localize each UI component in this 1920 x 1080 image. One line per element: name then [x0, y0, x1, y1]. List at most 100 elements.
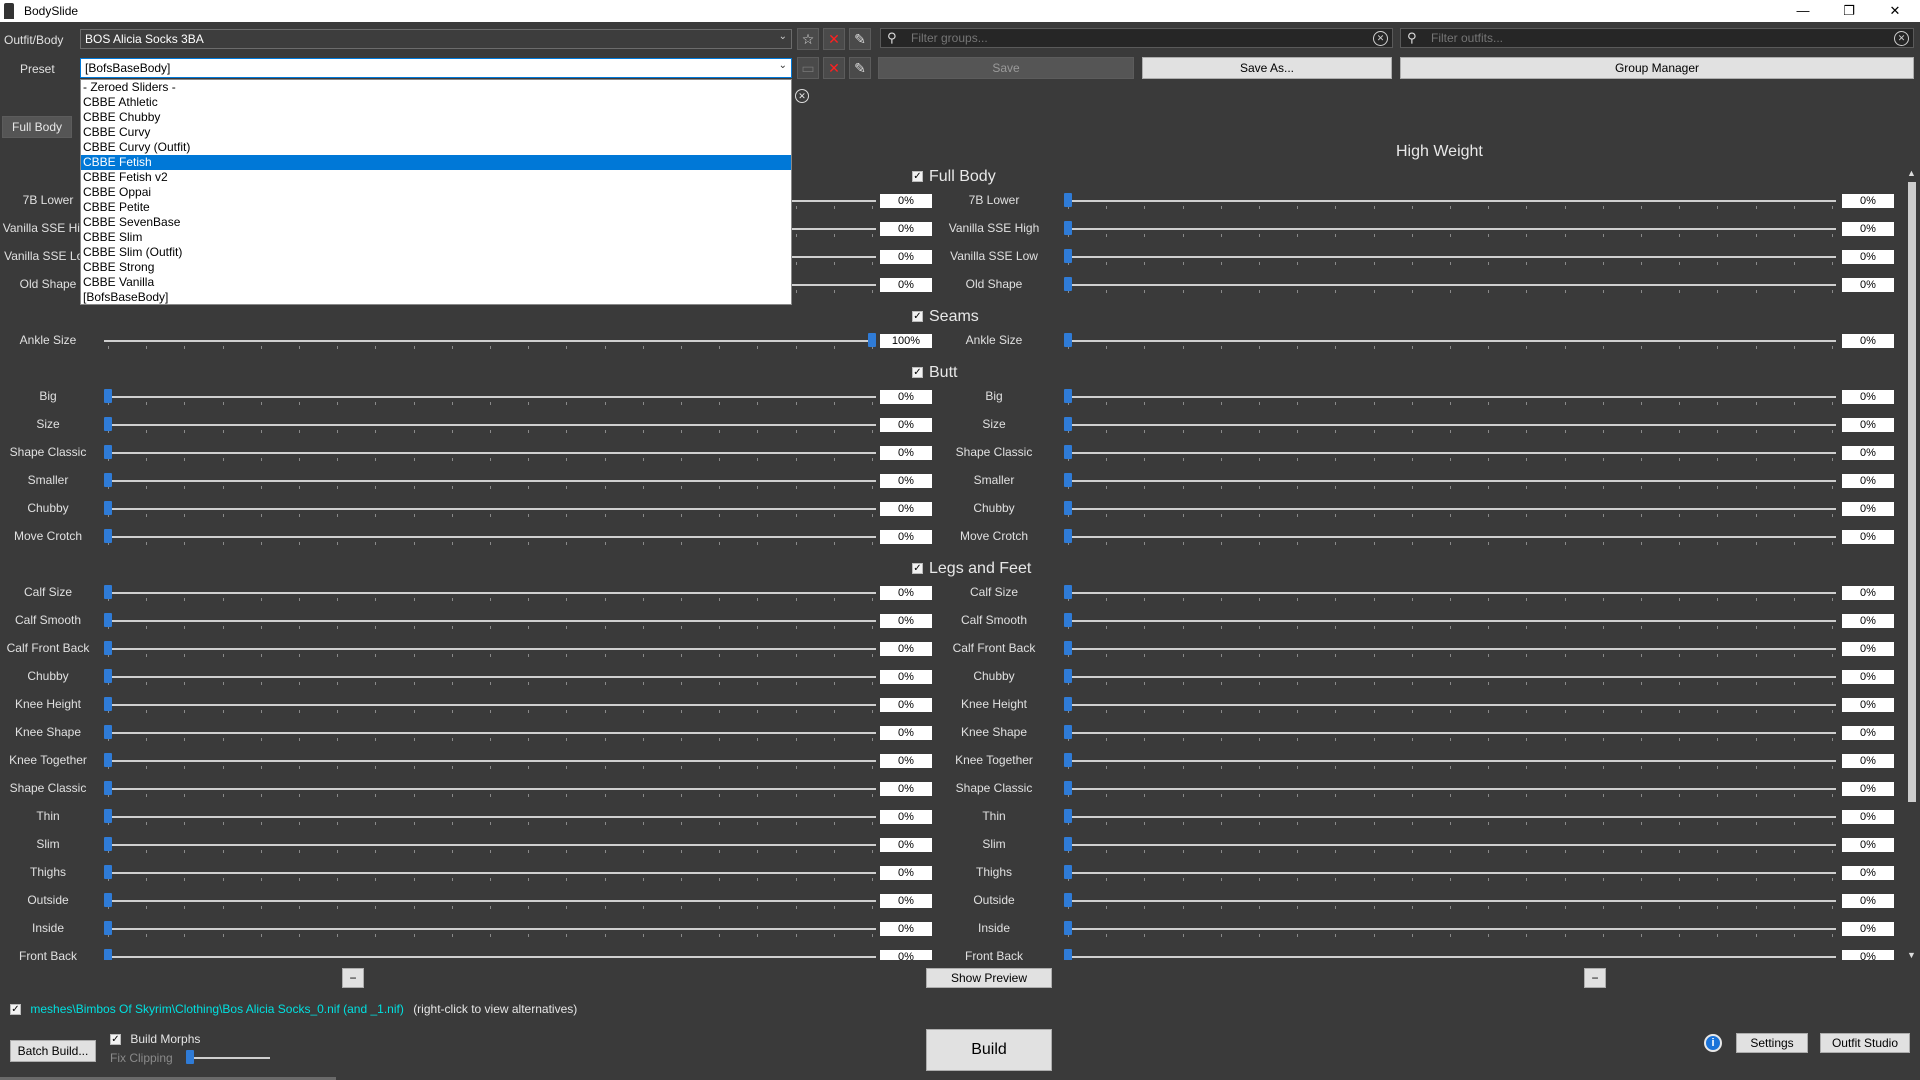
slider-value[interactable]: 0% [880, 670, 932, 684]
slider-thumb[interactable] [1064, 837, 1072, 851]
slider-track[interactable] [1064, 592, 1836, 594]
slider-track[interactable] [104, 872, 876, 874]
section-header[interactable]: ✓ Butt [912, 364, 957, 382]
section-checkbox[interactable]: ✓ [912, 311, 923, 323]
scrollbar-thumb[interactable] [1908, 182, 1916, 802]
preset-option[interactable]: CBBE Curvy (Outfit) [81, 140, 791, 155]
slider-value[interactable]: 0% [1842, 390, 1894, 404]
slider-track[interactable] [1064, 676, 1836, 678]
slider-thumb[interactable] [104, 389, 112, 403]
slider-thumb[interactable] [104, 865, 112, 879]
slider-value[interactable]: 0% [880, 642, 932, 656]
slider-thumb[interactable] [1064, 277, 1072, 291]
slider-track[interactable] [104, 900, 876, 902]
slider-thumb[interactable] [104, 809, 112, 823]
slider-thumb[interactable] [104, 529, 112, 543]
slider-value[interactable]: 0% [1842, 502, 1894, 516]
slider-thumb[interactable] [1064, 193, 1072, 207]
slider-thumb[interactable] [1064, 949, 1072, 960]
slider-thumb[interactable] [104, 669, 112, 683]
section-checkbox[interactable]: ✓ [912, 171, 923, 183]
slider-track[interactable] [104, 816, 876, 818]
slider-track[interactable] [104, 676, 876, 678]
slider-thumb[interactable] [104, 725, 112, 739]
slider-thumb[interactable] [1064, 697, 1072, 711]
slider-thumb[interactable] [1064, 641, 1072, 655]
slider-thumb[interactable] [104, 893, 112, 907]
slider-value[interactable]: 0% [1842, 950, 1894, 960]
slider-track[interactable] [1064, 788, 1836, 790]
slider-thumb[interactable] [1064, 865, 1072, 879]
slider-thumb[interactable] [104, 585, 112, 599]
slider-value[interactable]: 0% [880, 446, 932, 460]
slider-value[interactable]: 0% [1842, 334, 1894, 348]
slider-thumb[interactable] [868, 333, 876, 347]
zoom-out-right-button[interactable]: − [1584, 968, 1606, 988]
slider-track[interactable] [1064, 816, 1836, 818]
slider-thumb[interactable] [104, 613, 112, 627]
slider-thumb[interactable] [104, 501, 112, 515]
slider-value[interactable]: 0% [1842, 278, 1894, 292]
slider-track[interactable] [1064, 228, 1836, 230]
slider-value[interactable]: 0% [880, 726, 932, 740]
slider-track[interactable] [104, 452, 876, 454]
fix-clipping-track[interactable] [186, 1057, 270, 1059]
slider-thumb[interactable] [104, 949, 112, 960]
slider-thumb[interactable] [1064, 333, 1072, 347]
slider-track[interactable] [1064, 200, 1836, 202]
slider-value[interactable]: 0% [1842, 418, 1894, 432]
slider-track[interactable] [1064, 256, 1836, 258]
slider-thumb[interactable] [1064, 501, 1072, 515]
slider-track[interactable] [1064, 452, 1836, 454]
section-header[interactable]: ✓ Legs and Feet [912, 560, 1031, 578]
slider-value[interactable]: 0% [1842, 194, 1894, 208]
slider-thumb[interactable] [1064, 417, 1072, 431]
slider-track[interactable] [1064, 620, 1836, 622]
slider-value[interactable]: 0% [880, 838, 932, 852]
slider-track[interactable] [104, 480, 876, 482]
slider-value[interactable]: 0% [1842, 474, 1894, 488]
slider-track[interactable] [104, 956, 876, 958]
slider-track[interactable] [1064, 536, 1836, 538]
slider-track[interactable] [104, 536, 876, 538]
build-button[interactable]: Build [926, 1029, 1052, 1071]
preset-option[interactable]: CBBE Fetish v2 [81, 170, 791, 185]
slider-track[interactable] [104, 620, 876, 622]
preset-dropdown-list[interactable]: - Zeroed Sliders - CBBE Athletic CBBE Chub… [80, 79, 792, 305]
preset-option[interactable]: [BofsBaseBody] [81, 290, 791, 304]
slider-value[interactable]: 0% [1842, 586, 1894, 600]
slider-value[interactable]: 0% [880, 894, 932, 908]
show-preview-button[interactable]: Show Preview [926, 968, 1052, 988]
slider-value[interactable]: 0% [880, 250, 932, 264]
slider-thumb[interactable] [104, 921, 112, 935]
section-header[interactable]: ✓ Seams [912, 308, 979, 326]
slider-thumb[interactable] [1064, 753, 1072, 767]
slider-track[interactable] [104, 732, 876, 734]
preset-option[interactable]: CBBE Chubby [81, 110, 791, 125]
slider-thumb[interactable] [104, 473, 112, 487]
slider-thumb[interactable] [104, 697, 112, 711]
slider-value[interactable]: 0% [880, 754, 932, 768]
slider-value[interactable]: 0% [880, 698, 932, 712]
slider-value[interactable]: 100% [880, 334, 932, 348]
preset-option[interactable]: - Zeroed Sliders - [81, 80, 791, 95]
slider-thumb[interactable] [1064, 249, 1072, 263]
slider-value[interactable]: 0% [1842, 838, 1894, 852]
preset-option[interactable]: CBBE Vanilla [81, 275, 791, 290]
slider-value[interactable]: 0% [880, 530, 932, 544]
slider-track[interactable] [1064, 844, 1836, 846]
slider-value[interactable]: 0% [1842, 866, 1894, 880]
slider-value[interactable]: 0% [880, 922, 932, 936]
slider-value[interactable]: 0% [880, 222, 932, 236]
slider-value[interactable]: 0% [1842, 922, 1894, 936]
slider-track[interactable] [104, 844, 876, 846]
slider-track[interactable] [1064, 872, 1836, 874]
slider-thumb[interactable] [1064, 669, 1072, 683]
section-checkbox[interactable]: ✓ [912, 367, 923, 379]
slider-thumb[interactable] [1064, 389, 1072, 403]
slider-thumb[interactable] [1064, 585, 1072, 599]
build-morphs-checkbox[interactable]: ✓ [110, 1034, 121, 1046]
preset-option[interactable]: CBBE Slim (Outfit) [81, 245, 791, 260]
slider-track[interactable] [1064, 900, 1836, 902]
slider-value[interactable]: 0% [880, 866, 932, 880]
